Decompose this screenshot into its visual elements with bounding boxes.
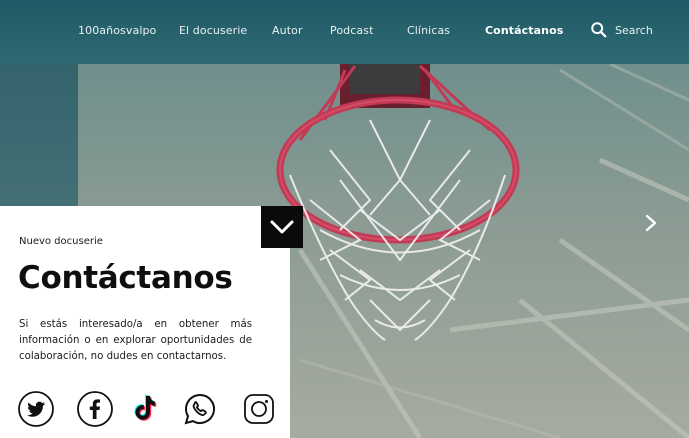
slider-next-button[interactable]: [640, 210, 662, 236]
nav-item-docuserie[interactable]: El docuserie: [179, 24, 247, 37]
nav-item-autor[interactable]: Autor: [272, 24, 303, 37]
nav-item-contactanos[interactable]: Contáctanos: [485, 24, 563, 37]
chevron-right-icon: [645, 214, 657, 232]
twitter-link[interactable]: [17, 390, 55, 428]
nav-item-clinicas[interactable]: Clínicas: [407, 24, 450, 37]
nav-item-home[interactable]: 100añosvalpo: [78, 24, 156, 37]
instagram-icon: [244, 394, 274, 424]
search-icon: [591, 22, 607, 38]
facebook-icon: [77, 391, 113, 427]
instagram-link[interactable]: [240, 390, 278, 428]
tiktok-link[interactable]: [124, 390, 162, 428]
page-title: Contáctanos: [18, 260, 233, 296]
search-button[interactable]: Search: [590, 20, 653, 40]
nav-item-podcast[interactable]: Podcast: [330, 24, 374, 37]
whatsapp-icon: [184, 393, 216, 425]
search-label: Search: [615, 23, 653, 37]
chevron-down-icon: [270, 220, 294, 234]
panel-description: Si estás interesado/a en obtener más inf…: [19, 319, 252, 362]
panel-toggle-button[interactable]: [261, 206, 303, 248]
panel-eyebrow: Nuevo docuserie: [19, 236, 103, 247]
tiktok-icon: [134, 395, 157, 421]
top-navbar: 100añosvalpo El docuserie Autor Podcast …: [0, 0, 689, 64]
whatsapp-link[interactable]: [181, 390, 219, 428]
facebook-link[interactable]: [76, 390, 114, 428]
twitter-icon: [18, 391, 54, 427]
